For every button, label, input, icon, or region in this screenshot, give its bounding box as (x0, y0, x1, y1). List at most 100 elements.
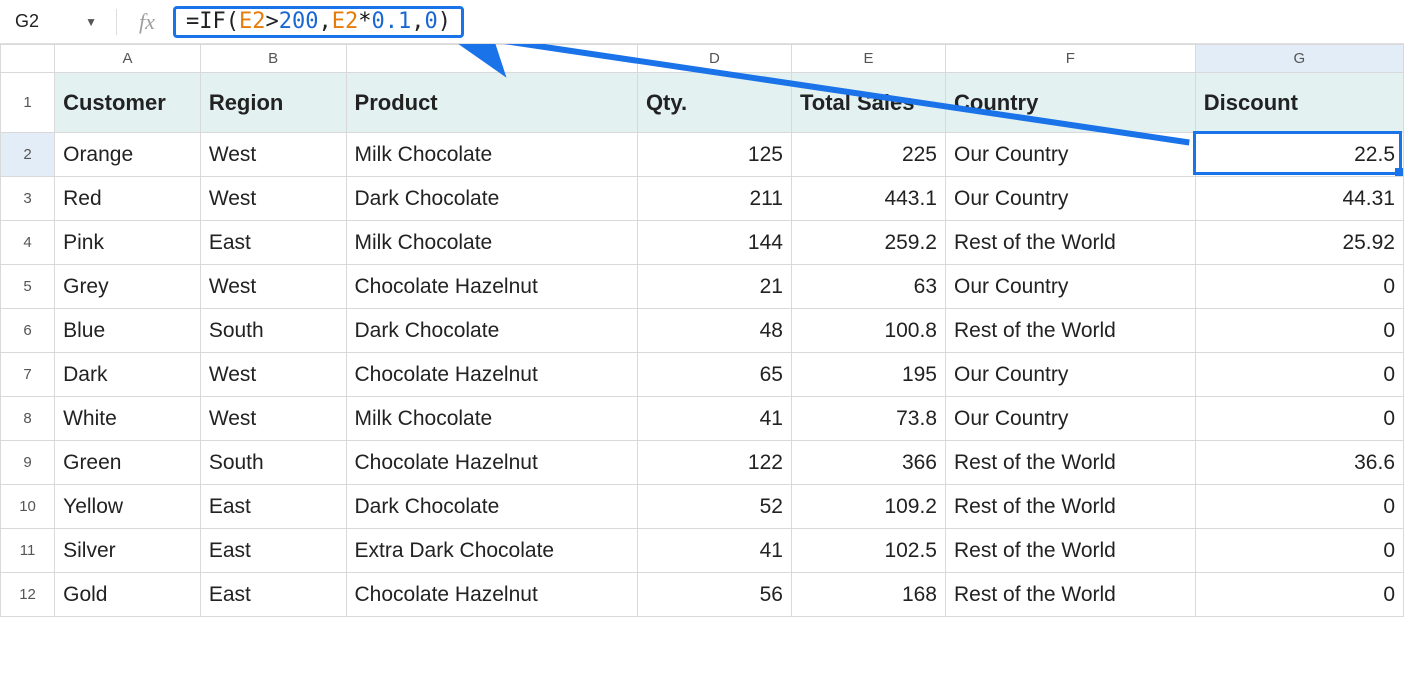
cell-C5[interactable]: Chocolate Hazelnut (346, 265, 637, 309)
fx-icon[interactable]: fx (127, 9, 167, 35)
cell-G7[interactable]: 0 (1195, 353, 1403, 397)
cell-E4[interactable]: 259.2 (791, 221, 945, 265)
cell-A6[interactable]: Blue (55, 309, 201, 353)
row-header-9[interactable]: 9 (1, 441, 55, 485)
row-header-1[interactable]: 1 (1, 73, 55, 133)
cell-C11[interactable]: Extra Dark Chocolate (346, 529, 637, 573)
cell-F7[interactable]: Our Country (946, 353, 1196, 397)
cell-E6[interactable]: 100.8 (791, 309, 945, 353)
cell-G6[interactable]: 0 (1195, 309, 1403, 353)
row-header-5[interactable]: 5 (1, 265, 55, 309)
select-all-corner[interactable] (1, 45, 55, 73)
row-header-12[interactable]: 12 (1, 573, 55, 617)
cell-E9[interactable]: 366 (791, 441, 945, 485)
cell-C4[interactable]: Milk Chocolate (346, 221, 637, 265)
cell-C6[interactable]: Dark Chocolate (346, 309, 637, 353)
col-header-B[interactable]: B (200, 45, 346, 73)
cell-B1[interactable]: Region (200, 73, 346, 133)
cell-A5[interactable]: Grey (55, 265, 201, 309)
row-header-11[interactable]: 11 (1, 529, 55, 573)
cell-A4[interactable]: Pink (55, 221, 201, 265)
cell-B6[interactable]: South (200, 309, 346, 353)
row-header-3[interactable]: 3 (1, 177, 55, 221)
cell-F11[interactable]: Rest of the World (946, 529, 1196, 573)
cell-E3[interactable]: 443.1 (791, 177, 945, 221)
cell-A8[interactable]: White (55, 397, 201, 441)
cell-G10[interactable]: 0 (1195, 485, 1403, 529)
cell-D2[interactable]: 125 (637, 133, 791, 177)
cell-D3[interactable]: 211 (637, 177, 791, 221)
cell-F5[interactable]: Our Country (946, 265, 1196, 309)
cell-B12[interactable]: East (200, 573, 346, 617)
cell-E2[interactable]: 225 (791, 133, 945, 177)
cell-A1[interactable]: Customer (55, 73, 201, 133)
cell-D6[interactable]: 48 (637, 309, 791, 353)
cell-G5[interactable]: 0 (1195, 265, 1403, 309)
cell-D10[interactable]: 52 (637, 485, 791, 529)
cell-B7[interactable]: West (200, 353, 346, 397)
cell-B5[interactable]: West (200, 265, 346, 309)
col-header-D[interactable]: D (637, 45, 791, 73)
cell-F8[interactable]: Our Country (946, 397, 1196, 441)
cell-F3[interactable]: Our Country (946, 177, 1196, 221)
cell-C12[interactable]: Chocolate Hazelnut (346, 573, 637, 617)
row-header-4[interactable]: 4 (1, 221, 55, 265)
col-header-A[interactable]: A (55, 45, 201, 73)
cell-G11[interactable]: 0 (1195, 529, 1403, 573)
cell-F12[interactable]: Rest of the World (946, 573, 1196, 617)
cell-F4[interactable]: Rest of the World (946, 221, 1196, 265)
cell-A7[interactable]: Dark (55, 353, 201, 397)
cell-B8[interactable]: West (200, 397, 346, 441)
cell-F10[interactable]: Rest of the World (946, 485, 1196, 529)
cell-G3[interactable]: 44.31 (1195, 177, 1403, 221)
cell-D1[interactable]: Qty. (637, 73, 791, 133)
cell-G2[interactable]: 22.5 (1195, 133, 1403, 177)
cell-F2[interactable]: Our Country (946, 133, 1196, 177)
cell-A9[interactable]: Green (55, 441, 201, 485)
chevron-down-icon[interactable]: ▼ (85, 15, 97, 29)
cell-C10[interactable]: Dark Chocolate (346, 485, 637, 529)
col-header-C[interactable]: C (346, 45, 637, 73)
row-header-7[interactable]: 7 (1, 353, 55, 397)
cell-A2[interactable]: Orange (55, 133, 201, 177)
cell-A3[interactable]: Red (55, 177, 201, 221)
cell-D7[interactable]: 65 (637, 353, 791, 397)
cell-B9[interactable]: South (200, 441, 346, 485)
col-header-F[interactable]: F (946, 45, 1196, 73)
col-header-G[interactable]: G (1195, 45, 1403, 73)
cell-C2[interactable]: Milk Chocolate (346, 133, 637, 177)
cell-E8[interactable]: 73.8 (791, 397, 945, 441)
cell-C3[interactable]: Dark Chocolate (346, 177, 637, 221)
cell-B10[interactable]: East (200, 485, 346, 529)
cell-C9[interactable]: Chocolate Hazelnut (346, 441, 637, 485)
formula-input[interactable]: =IF(E2>200,E2*0.1,0) (173, 6, 464, 38)
row-header-6[interactable]: 6 (1, 309, 55, 353)
cell-E7[interactable]: 195 (791, 353, 945, 397)
cell-C1[interactable]: Product (346, 73, 637, 133)
cell-G9[interactable]: 36.6 (1195, 441, 1403, 485)
cell-B4[interactable]: East (200, 221, 346, 265)
cell-D5[interactable]: 21 (637, 265, 791, 309)
cell-D8[interactable]: 41 (637, 397, 791, 441)
cell-C8[interactable]: Milk Chocolate (346, 397, 637, 441)
cell-F9[interactable]: Rest of the World (946, 441, 1196, 485)
cell-G4[interactable]: 25.92 (1195, 221, 1403, 265)
row-header-8[interactable]: 8 (1, 397, 55, 441)
col-header-E[interactable]: E (791, 45, 945, 73)
cell-B3[interactable]: West (200, 177, 346, 221)
cell-E12[interactable]: 168 (791, 573, 945, 617)
cell-G8[interactable]: 0 (1195, 397, 1403, 441)
row-header-10[interactable]: 10 (1, 485, 55, 529)
cell-F6[interactable]: Rest of the World (946, 309, 1196, 353)
cell-D4[interactable]: 144 (637, 221, 791, 265)
cell-B11[interactable]: East (200, 529, 346, 573)
cell-E1[interactable]: Total Sales (791, 73, 945, 133)
cell-E5[interactable]: 63 (791, 265, 945, 309)
cell-D9[interactable]: 122 (637, 441, 791, 485)
cell-A12[interactable]: Gold (55, 573, 201, 617)
cell-D12[interactable]: 56 (637, 573, 791, 617)
cell-A11[interactable]: Silver (55, 529, 201, 573)
cell-D11[interactable]: 41 (637, 529, 791, 573)
cell-G1[interactable]: Discount (1195, 73, 1403, 133)
row-header-2[interactable]: 2 (1, 133, 55, 177)
